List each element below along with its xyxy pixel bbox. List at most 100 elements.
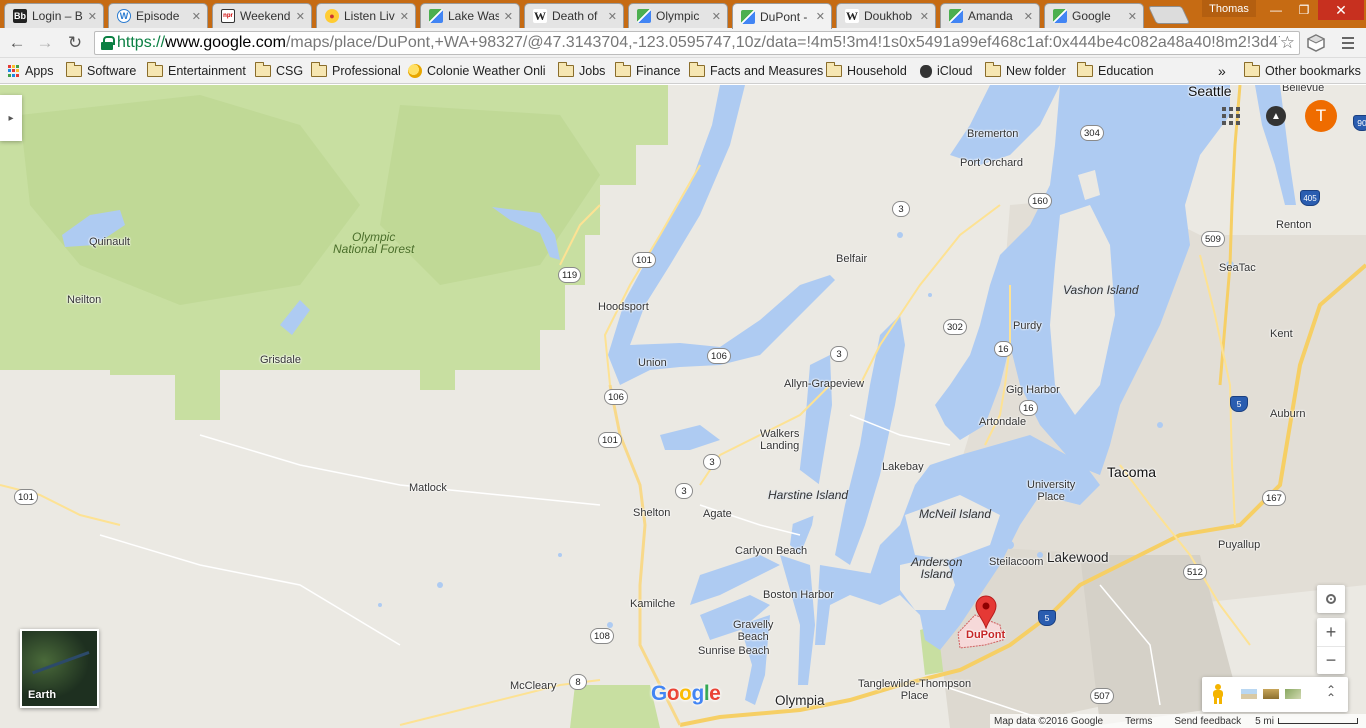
bookmark-education[interactable]: Education: [1076, 62, 1154, 80]
place-label: Carlyon Beach: [735, 545, 808, 557]
photo-thumbnail[interactable]: [1262, 688, 1280, 700]
tab-doukhobor[interactable]: W Doukhob ✕: [836, 3, 936, 28]
bookmark-new-folder[interactable]: New folder: [984, 62, 1066, 80]
my-location-button[interactable]: [1317, 585, 1345, 613]
tab-login[interactable]: Bb Login – B ✕: [4, 3, 104, 28]
map-attribution-bar: Map data ©2016 Google Terms Send feedbac…: [990, 714, 1366, 728]
place-label: Shelton: [633, 507, 671, 519]
place-label: Olympia: [775, 693, 825, 708]
side-panel-toggle-button[interactable]: ▸: [0, 95, 22, 141]
bookmarks-overflow-button[interactable]: »: [1218, 62, 1226, 80]
bookmark-label: iCloud: [937, 64, 973, 78]
close-tab-icon[interactable]: ✕: [1024, 10, 1033, 23]
bookmark-label: Facts and Measures: [710, 64, 824, 78]
profile-button[interactable]: Thomas: [1202, 0, 1256, 17]
tab-dupont[interactable]: DuPont - ✕: [732, 3, 832, 29]
bookmark-household[interactable]: Household: [825, 62, 907, 80]
photo-thumbnail[interactable]: [1284, 688, 1302, 700]
bookmark-facts-and-measures[interactable]: Facts and Measures: [688, 62, 824, 80]
place-label: Gig Harbor: [1006, 384, 1060, 396]
close-window-button[interactable]: ✕: [1318, 0, 1364, 20]
place-label: Neilton: [67, 294, 102, 306]
account-avatar[interactable]: T: [1305, 100, 1337, 132]
place-label: Gravelly Beach: [733, 619, 774, 643]
interstate-shield: 405: [1300, 190, 1320, 206]
tab-lake-washington[interactable]: Lake Was ✕: [420, 3, 520, 28]
route-shield: 509: [1201, 231, 1225, 247]
close-tab-icon[interactable]: ✕: [816, 10, 825, 23]
url-scheme: https://: [117, 34, 166, 51]
close-tab-icon[interactable]: ✕: [712, 10, 721, 23]
tab-weekend[interactable]: npr Weekend ✕: [212, 3, 312, 28]
close-tab-icon[interactable]: ✕: [1128, 10, 1137, 23]
tab-title: Login – B: [32, 9, 83, 23]
bookmark-label: New folder: [1006, 64, 1066, 78]
bookmark-csg[interactable]: CSG: [254, 62, 303, 80]
place-label: Lakebay: [882, 461, 924, 473]
place-label: Agate: [703, 508, 732, 520]
tab-amanda[interactable]: Amanda ✕: [940, 3, 1040, 28]
address-bar[interactable]: https://www.google.com/maps/place/DuPont…: [94, 31, 1300, 55]
google-apps-icon[interactable]: [1222, 107, 1240, 125]
pegman-icon[interactable]: [1212, 684, 1224, 704]
route-shield: 106: [707, 348, 731, 364]
close-tab-icon[interactable]: ✕: [504, 10, 513, 23]
minimize-button[interactable]: —: [1262, 0, 1290, 20]
maximize-button[interactable]: ❐: [1290, 0, 1318, 20]
folder-icon: [1243, 62, 1260, 77]
tab-episode[interactable]: W Episode ✕: [108, 3, 208, 28]
bookmark-other-bookmarks[interactable]: Other bookmarks: [1243, 62, 1361, 80]
bookmark-entertainment[interactable]: Entertainment: [146, 62, 246, 80]
bookmark-icloud[interactable]: iCloud: [920, 62, 972, 80]
bookmark-professional[interactable]: Professional: [310, 62, 401, 80]
scale-label[interactable]: 5 mi: [1255, 716, 1274, 727]
earth-view-toggle[interactable]: Earth: [20, 629, 99, 708]
bookmark-jobs[interactable]: Jobs: [557, 62, 605, 80]
photo-thumbnail[interactable]: [1240, 688, 1258, 700]
route-shield: 106: [604, 389, 628, 405]
folder-icon: [1076, 62, 1093, 77]
expand-up-icon[interactable]: ⌃ ⌃: [1326, 684, 1336, 704]
terms-link[interactable]: Terms: [1125, 716, 1152, 727]
zoom-in-button[interactable]: +: [1317, 618, 1345, 646]
new-tab-button[interactable]: [1147, 6, 1191, 24]
close-tab-icon[interactable]: ✕: [192, 10, 201, 23]
wikipedia-icon: W: [533, 8, 547, 23]
chrome-menu-icon[interactable]: [1338, 34, 1358, 52]
place-label: Tacoma: [1107, 464, 1157, 480]
close-tab-icon[interactable]: ✕: [400, 10, 409, 23]
forward-button[interactable]: →: [33, 32, 57, 54]
bookmark-colonie-weather[interactable]: Colonie Weather Onli: [408, 62, 546, 80]
close-tab-icon[interactable]: ✕: [920, 10, 929, 23]
tab-olympic[interactable]: Olympic ✕: [628, 3, 728, 28]
tab-title: Amanda: [968, 9, 1013, 23]
tab-google[interactable]: Google ✕: [1044, 3, 1144, 28]
route-shield: 16: [994, 341, 1013, 357]
bookmark-star-icon[interactable]: ☆: [1279, 33, 1295, 53]
location-pin-icon[interactable]: [975, 595, 997, 629]
zoom-out-button[interactable]: −: [1317, 646, 1345, 674]
earth-thumbnail-icon: [32, 651, 92, 681]
send-feedback-link[interactable]: Send feedback: [1174, 716, 1241, 727]
tab-strip: Bb Login – B ✕ W Episode ✕ npr Weekend ✕…: [0, 0, 1366, 29]
notifications-bell-icon[interactable]: ▲: [1266, 106, 1286, 126]
close-tab-icon[interactable]: ✕: [88, 10, 97, 23]
bookmark-finance[interactable]: Finance: [614, 62, 680, 80]
place-label: Matlock: [409, 482, 447, 494]
wordpress-icon: W: [117, 9, 131, 23]
map-canvas[interactable]: Seattle Bellevue Bremerton Port Orchard …: [0, 85, 1366, 728]
bookmark-label: Software: [87, 64, 137, 78]
place-label: Purdy: [1013, 320, 1042, 332]
bookmark-apps[interactable]: Apps: [8, 62, 54, 80]
close-tab-icon[interactable]: ✕: [296, 10, 305, 23]
tab-death-of[interactable]: W Death of ✕: [524, 3, 624, 28]
route-shield: 304: [1080, 125, 1104, 141]
bookmark-software[interactable]: Software: [65, 62, 137, 80]
bookmark-label: Apps: [25, 64, 54, 78]
route-shield: 8: [569, 674, 587, 690]
close-tab-icon[interactable]: ✕: [608, 10, 617, 23]
reload-button[interactable]: ↻: [63, 32, 87, 54]
extension-icon[interactable]: [1306, 34, 1326, 52]
back-button[interactable]: ←: [5, 32, 29, 54]
tab-listen-live[interactable]: ● Listen Liv ✕: [316, 3, 416, 28]
